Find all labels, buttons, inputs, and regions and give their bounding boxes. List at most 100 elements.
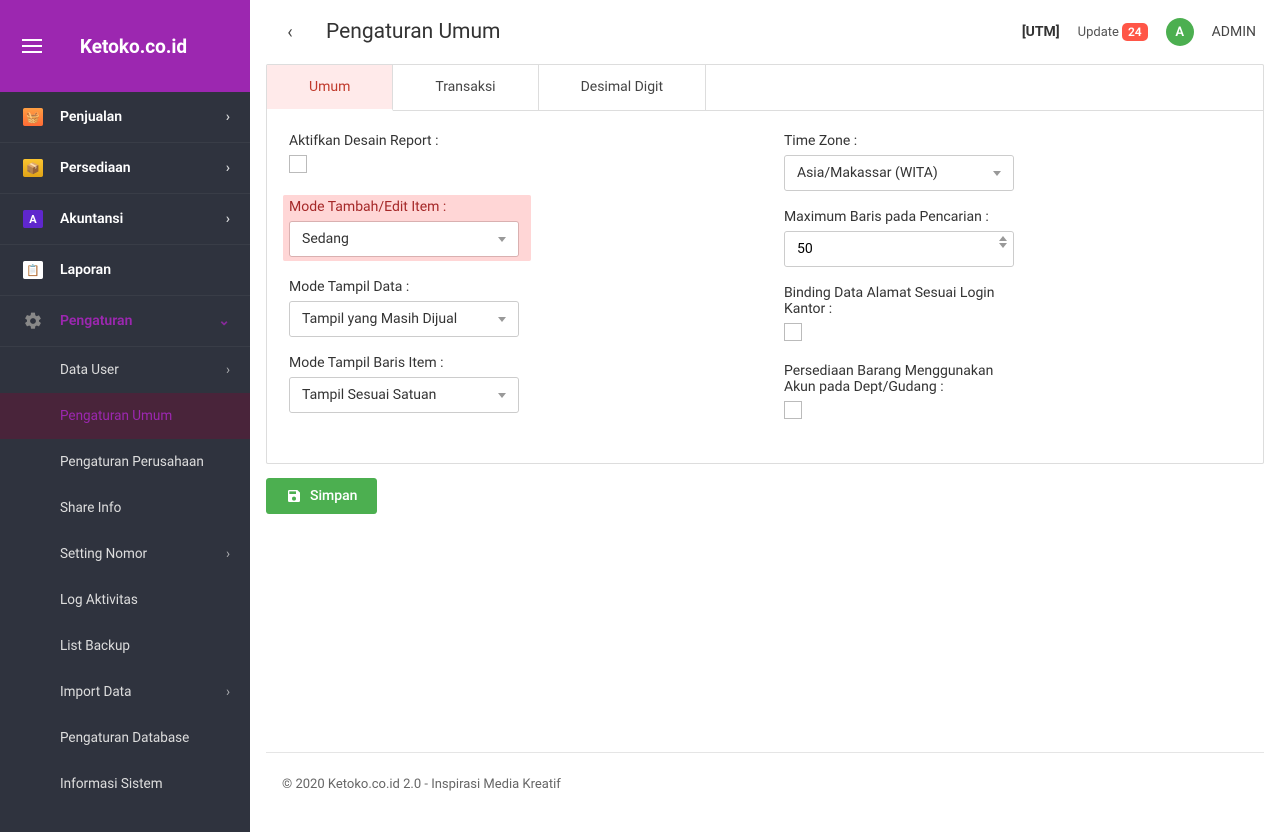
subnav-item-pengaturan-perusahaan[interactable]: Pengaturan Perusahaan bbox=[0, 439, 250, 485]
subnav-item-share-info[interactable]: Share Info bbox=[0, 485, 250, 531]
subnav-item-label: Share Info bbox=[60, 500, 121, 516]
accounting-icon: A bbox=[20, 209, 46, 229]
subnav-item-setting-nomor[interactable]: Setting Nomor › bbox=[0, 531, 250, 577]
main-content: ‹ Pengaturan Umum [UTM] Update 24 A ADMI… bbox=[250, 0, 1280, 832]
back-button[interactable]: ‹ bbox=[274, 16, 306, 48]
username[interactable]: ADMIN bbox=[1212, 24, 1256, 40]
subnav-item-log-aktivitas[interactable]: Log Aktivitas bbox=[0, 577, 250, 623]
gear-icon bbox=[20, 311, 46, 331]
field-label: Aktifkan Desain Report : bbox=[289, 133, 746, 149]
subnav-item-list-backup[interactable]: List Backup bbox=[0, 623, 250, 669]
chevron-right-icon: › bbox=[226, 211, 230, 227]
brand-name[interactable]: Ketoko.co.id bbox=[58, 35, 234, 58]
tab-umum[interactable]: Umum bbox=[267, 65, 393, 111]
sidebar-item-akuntansi[interactable]: A Akuntansi › bbox=[0, 194, 250, 245]
mode-tampil-data-select[interactable]: Tampil yang Masih Dijual bbox=[289, 301, 519, 337]
field-persediaan-akun: Persediaan Barang Menggunakan Akun pada … bbox=[784, 363, 1165, 423]
tabs: Umum Transaksi Desimal Digit bbox=[267, 65, 1263, 111]
utm-label[interactable]: [UTM] bbox=[1022, 24, 1060, 40]
select-value: Sedang bbox=[302, 231, 349, 247]
sidebar-item-label: Pengaturan bbox=[60, 313, 132, 329]
field-mode-tampil-data: Mode Tampil Data : Tampil yang Masih Dij… bbox=[289, 279, 746, 337]
sidebar-header: Ketoko.co.id bbox=[0, 0, 250, 92]
basket-icon: 🧺 bbox=[20, 107, 46, 127]
report-icon: 📋 bbox=[20, 260, 46, 280]
subnav-item-label: Pengaturan Database bbox=[60, 730, 189, 746]
form-body: Aktifkan Desain Report : Mode Tambah/Edi… bbox=[267, 111, 1263, 463]
form-right-column: Time Zone : Asia/Makassar (WITA) Maximum… bbox=[784, 133, 1165, 441]
field-label: Mode Tambah/Edit Item : bbox=[289, 199, 525, 215]
max-baris-spinner[interactable]: 50 bbox=[784, 231, 1014, 267]
binding-checkbox[interactable] bbox=[784, 323, 802, 341]
aktifkan-report-checkbox[interactable] bbox=[289, 155, 307, 173]
subnav-item-import-data[interactable]: Import Data › bbox=[0, 669, 250, 715]
sidebar-item-laporan[interactable]: 📋 Laporan bbox=[0, 245, 250, 296]
sidebar-item-penjualan[interactable]: 🧺 Penjualan › bbox=[0, 92, 250, 143]
topbar-right: [UTM] Update 24 A ADMIN bbox=[1022, 18, 1256, 46]
subnav-item-label: Pengaturan Perusahaan bbox=[60, 454, 204, 470]
chevron-down-icon: ⌄ bbox=[218, 313, 230, 329]
save-label: Simpan bbox=[310, 488, 357, 504]
field-label: Mode Tampil Data : bbox=[289, 279, 746, 295]
sidebar: Ketoko.co.id 🧺 Penjualan › 📦 Persediaan … bbox=[0, 0, 250, 832]
subnav-item-label: Informasi Sistem bbox=[60, 776, 163, 792]
field-aktifkan-report: Aktifkan Desain Report : bbox=[289, 133, 746, 177]
field-label: Binding Data Alamat Sesuai Login Kantor … bbox=[784, 285, 1004, 317]
topbar: ‹ Pengaturan Umum [UTM] Update 24 A ADMI… bbox=[250, 0, 1280, 64]
chevron-right-icon: › bbox=[226, 109, 230, 125]
update-link[interactable]: Update 24 bbox=[1078, 23, 1148, 41]
spinner-down-icon[interactable] bbox=[999, 243, 1007, 248]
chevron-right-icon: › bbox=[226, 160, 230, 176]
box-icon: 📦 bbox=[20, 158, 46, 178]
subnav-item-pengaturan-database[interactable]: Pengaturan Database bbox=[0, 715, 250, 761]
select-value: Tampil Sesuai Satuan bbox=[302, 387, 436, 403]
sidebar-item-label: Penjualan bbox=[60, 109, 122, 125]
save-icon bbox=[286, 488, 302, 504]
settings-card: Umum Transaksi Desimal Digit Aktifkan De… bbox=[266, 64, 1264, 464]
field-label: Maximum Baris pada Pencarian : bbox=[784, 209, 1165, 225]
hamburger-icon[interactable] bbox=[16, 30, 48, 62]
subnav-item-label: List Backup bbox=[60, 638, 130, 654]
sidebar-item-label: Akuntansi bbox=[60, 211, 123, 227]
persediaan-checkbox[interactable] bbox=[784, 401, 802, 419]
update-label: Update bbox=[1078, 25, 1119, 40]
tab-desimal-digit[interactable]: Desimal Digit bbox=[539, 65, 706, 110]
field-label: Time Zone : bbox=[784, 133, 1165, 149]
avatar[interactable]: A bbox=[1166, 18, 1194, 46]
save-button[interactable]: Simpan bbox=[266, 478, 377, 514]
sidebar-item-label: Laporan bbox=[60, 262, 111, 278]
mode-tambah-select[interactable]: Sedang bbox=[289, 221, 519, 257]
chevron-right-icon: › bbox=[226, 684, 230, 700]
sidebar-item-persediaan[interactable]: 📦 Persediaan › bbox=[0, 143, 250, 194]
subnav-item-data-user[interactable]: Data User › bbox=[0, 347, 250, 393]
tab-transaksi[interactable]: Transaksi bbox=[393, 65, 538, 110]
content-area: Umum Transaksi Desimal Digit Aktifkan De… bbox=[250, 64, 1280, 832]
timezone-select[interactable]: Asia/Makassar (WITA) bbox=[784, 155, 1014, 191]
subnav-item-label: Log Aktivitas bbox=[60, 592, 138, 608]
spinner-value: 50 bbox=[797, 241, 813, 257]
subnav-item-label: Data User bbox=[60, 362, 119, 378]
chevron-right-icon: › bbox=[226, 546, 230, 562]
chevron-right-icon: › bbox=[226, 362, 230, 378]
update-badge: 24 bbox=[1122, 23, 1148, 41]
field-mode-tambah: Mode Tambah/Edit Item : Sedang bbox=[283, 195, 531, 261]
subnav-item-informasi-sistem[interactable]: Informasi Sistem bbox=[0, 761, 250, 807]
spinner-up-icon[interactable] bbox=[999, 236, 1007, 241]
field-label: Mode Tampil Baris Item : bbox=[289, 355, 746, 371]
field-timezone: Time Zone : Asia/Makassar (WITA) bbox=[784, 133, 1165, 191]
subnav-item-label: Setting Nomor bbox=[60, 546, 147, 562]
footer: © 2020 Ketoko.co.id 2.0 - Inspirasi Medi… bbox=[266, 752, 1264, 816]
mode-baris-select[interactable]: Tampil Sesuai Satuan bbox=[289, 377, 519, 413]
select-value: Tampil yang Masih Dijual bbox=[302, 311, 457, 327]
sidebar-item-label: Persediaan bbox=[60, 160, 131, 176]
page-title: Pengaturan Umum bbox=[326, 20, 500, 44]
sidebar-item-pengaturan[interactable]: Pengaturan ⌄ bbox=[0, 296, 250, 347]
select-value: Asia/Makassar (WITA) bbox=[797, 165, 938, 181]
field-label: Persediaan Barang Menggunakan Akun pada … bbox=[784, 363, 1004, 395]
subnav-item-label: Pengaturan Umum bbox=[60, 408, 172, 424]
subnav-item-pengaturan-umum[interactable]: Pengaturan Umum bbox=[0, 393, 250, 439]
subnav-item-label: Import Data bbox=[60, 684, 131, 700]
field-binding-alamat: Binding Data Alamat Sesuai Login Kantor … bbox=[784, 285, 1165, 345]
form-left-column: Aktifkan Desain Report : Mode Tambah/Edi… bbox=[289, 133, 746, 441]
field-mode-baris: Mode Tampil Baris Item : Tampil Sesuai S… bbox=[289, 355, 746, 413]
